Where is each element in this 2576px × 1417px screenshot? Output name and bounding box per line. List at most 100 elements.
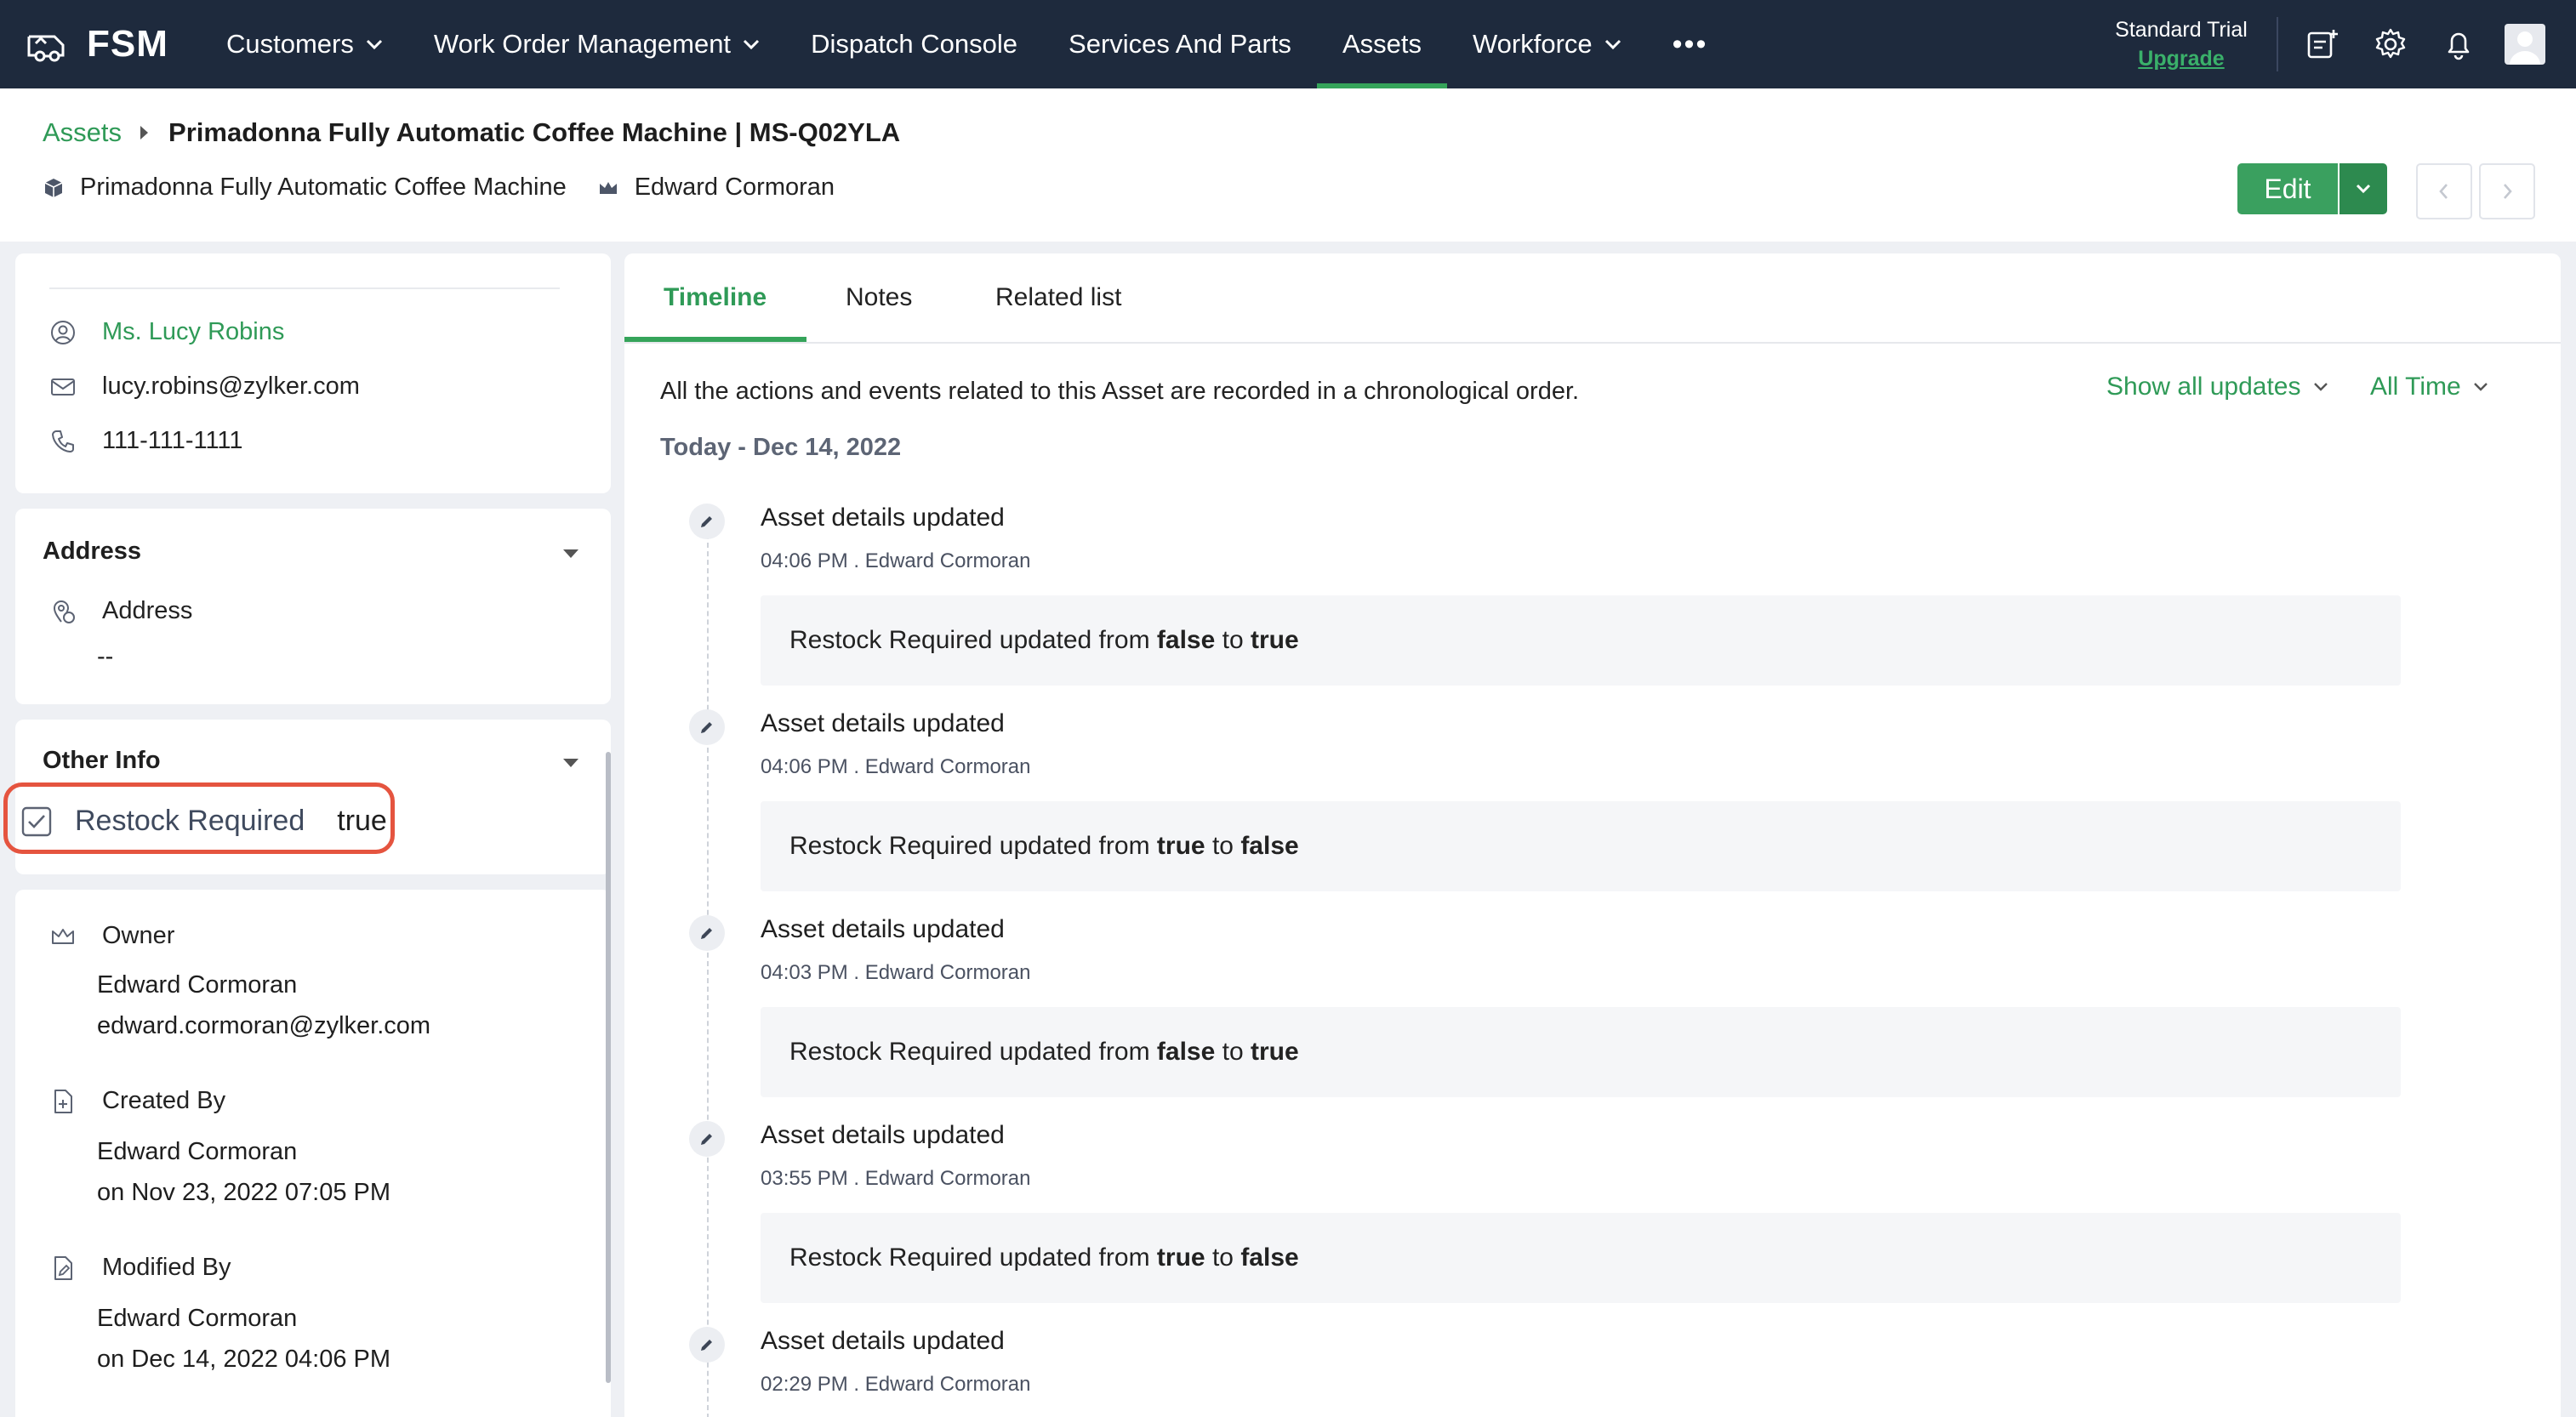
change-to-value: true [1251, 1038, 1299, 1066]
left-panel-scrollbar[interactable] [606, 752, 611, 1383]
nav-customers[interactable]: Customers [201, 0, 408, 88]
change-text: Restock Required updated from [789, 832, 1150, 860]
modified-by-row: Modified By [49, 1254, 231, 1282]
more-menu-button[interactable]: ••• [1647, 0, 1734, 88]
upgrade-link[interactable]: Upgrade [2088, 44, 2275, 73]
location-icon [53, 600, 75, 623]
brand-logo[interactable]: FSM [26, 0, 168, 88]
modified-by-name-link[interactable]: Edward Cormoran [97, 1305, 297, 1333]
add-note-icon [2307, 30, 2338, 59]
pencil-icon [689, 1327, 725, 1363]
chevron-right-icon [2504, 184, 2512, 199]
change-to-value: true [1251, 626, 1299, 654]
timeline-entry-detail: Restock Required updated from true to fa… [761, 801, 2401, 891]
created-by-row: Created By [49, 1087, 225, 1115]
filter-label: Show all updates [2106, 373, 2301, 401]
change-from-value: false [1156, 626, 1216, 654]
tab-bar: Timeline Notes Related list [624, 253, 2561, 344]
nav-work-order-management[interactable]: Work Order Management [408, 0, 785, 88]
trial-label: Standard Trial [2115, 18, 2248, 42]
nav-assets[interactable]: Assets [1316, 0, 1447, 88]
settings-button[interactable] [2368, 22, 2413, 66]
file-add-icon [54, 1089, 72, 1113]
timeline-entry-title: Asset details updated [761, 1327, 1005, 1355]
timeline-entry-detail: Restock Required updated from false to t… [761, 595, 2401, 686]
timeline-entry-title: Asset details updated [761, 1121, 1005, 1149]
restock-required-row: Restock Required true [20, 805, 387, 838]
timeline-entry-meta: 04:03 PM . Edward Cormoran [761, 961, 1031, 984]
created-by-name-link[interactable]: Edward Cormoran [97, 1138, 297, 1166]
chevron-down-icon [2313, 383, 2328, 391]
timeline-entry-title: Asset details updated [761, 709, 1005, 737]
contact-email-row: lucy.robins@zylker.com [49, 373, 360, 401]
timeline-entry-detail: Restock Required updated from false to t… [761, 1007, 2401, 1097]
main-menu: Customers Work Order Management Dispatch… [201, 0, 1733, 88]
timeline-description: All the actions and events related to th… [660, 378, 1580, 405]
timeline-entry-meta: 04:06 PM . Edward Cormoran [761, 549, 1031, 572]
address-value: -- [97, 643, 114, 670]
bell-icon [2448, 32, 2470, 60]
change-to-word: to [1222, 626, 1244, 654]
record-info-card: Owner Edward Cormoran edward.cormoran@zy… [15, 890, 611, 1417]
change-from-value: false [1156, 1038, 1216, 1066]
notifications-button[interactable] [2436, 22, 2481, 66]
contact-name-row: Ms. Lucy Robins [49, 318, 284, 346]
change-from-value: true [1156, 1243, 1205, 1272]
breadcrumb: Assets Primadonna Fully Automatic Coffee… [43, 117, 900, 148]
nav-label: Customers [226, 29, 354, 59]
contact-card: Ms. Lucy Robins lucy.robins@zylker.com 1… [15, 253, 611, 493]
collapse-caret-icon[interactable] [563, 759, 578, 767]
contact-name-link[interactable]: Ms. Lucy Robins [102, 318, 284, 346]
avatar[interactable] [2505, 24, 2545, 65]
tab-related-list[interactable]: Related list [995, 253, 1121, 342]
timeline-entry-meta: 04:06 PM . Edward Cormoran [761, 755, 1031, 778]
restock-required-value: true [337, 805, 387, 837]
checkbox-icon [21, 806, 52, 836]
pencil-icon [689, 504, 725, 539]
record-header: Assets Primadonna Fully Automatic Coffee… [0, 88, 2576, 242]
edit-button[interactable]: Edit [2237, 163, 2338, 214]
edit-dropdown-button[interactable] [2339, 163, 2387, 214]
owner-row: Owner [49, 922, 174, 950]
owner-label: Owner [102, 922, 175, 949]
owner-name-link[interactable]: Edward Cormoran [97, 971, 297, 999]
gear-icon [2375, 28, 2406, 59]
nav-label: Dispatch Console [811, 29, 1018, 59]
show-updates-filter[interactable]: Show all updates [2106, 373, 2328, 401]
previous-record-button[interactable] [2416, 163, 2472, 219]
top-nav: FSM Customers Work Order Management Disp… [0, 0, 2576, 88]
created-on: on Nov 23, 2022 07:05 PM [97, 1179, 391, 1206]
change-text: Restock Required updated from [789, 626, 1150, 654]
nav-label: Services And Parts [1069, 29, 1291, 59]
nav-workforce[interactable]: Workforce [1447, 0, 1647, 88]
active-tab-indicator [624, 337, 806, 342]
restock-required-label: Restock Required [75, 805, 305, 837]
chevron-down-icon [2356, 184, 2371, 194]
change-to-word: to [1211, 832, 1234, 860]
timeline-entry-meta: 02:29 PM . Edward Cormoran [761, 1373, 1031, 1396]
caret-right-icon [140, 126, 149, 139]
chevron-down-icon [2473, 383, 2488, 391]
breadcrumb-assets-link[interactable]: Assets [43, 117, 122, 148]
tab-notes[interactable]: Notes [846, 253, 912, 342]
collapse-caret-icon[interactable] [563, 549, 578, 558]
time-range-filter[interactable]: All Time [2370, 373, 2488, 401]
mail-icon [51, 378, 75, 396]
nav-services-and-parts[interactable]: Services And Parts [1043, 0, 1317, 88]
address-section-title: Address [43, 538, 142, 565]
change-to-value: false [1240, 1243, 1299, 1272]
nav-label: Workforce [1472, 29, 1593, 59]
pencil-icon [689, 709, 725, 745]
change-to-word: to [1211, 1243, 1234, 1272]
address-label: Address [102, 597, 193, 624]
address-card: Address Address -- [15, 509, 611, 704]
change-to-word: to [1222, 1038, 1244, 1066]
pencil-icon [689, 1121, 725, 1157]
record-subinfo: Primadonna Fully Automatic Coffee Machin… [43, 174, 835, 202]
tab-timeline[interactable]: Timeline [664, 253, 767, 342]
next-record-button[interactable] [2479, 163, 2535, 219]
add-note-button[interactable] [2300, 22, 2345, 66]
nav-label: Work Order Management [433, 29, 732, 59]
nav-label: Assets [1342, 29, 1422, 59]
nav-dispatch-console[interactable]: Dispatch Console [785, 0, 1043, 88]
